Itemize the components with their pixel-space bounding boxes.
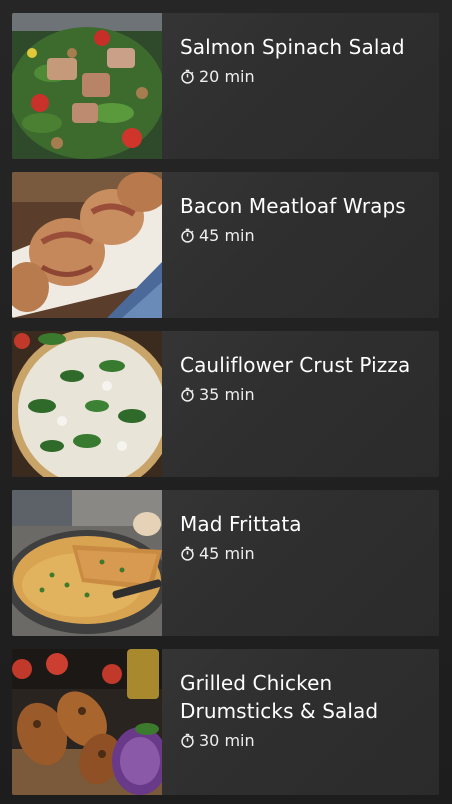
recipe-time: 30 min (180, 731, 425, 750)
recipe-title: Salmon Spinach Salad (180, 35, 405, 59)
recipe-list: Salmon Spinach Salad 20 min Bacon Meatlo… (0, 0, 452, 804)
recipe-image (12, 490, 162, 636)
recipe-card-mad-frittata[interactable]: Mad Frittata 45 min (12, 490, 439, 636)
recipe-title: Grilled Chicken Drumsticks & Salad (180, 671, 379, 723)
recipe-image (12, 13, 162, 159)
stopwatch-icon (181, 228, 194, 243)
recipe-time-label: 45 min (199, 226, 255, 245)
recipe-time: 20 min (180, 67, 425, 86)
recipe-time-label: 35 min (199, 385, 255, 404)
recipe-card-cauliflower-crust-pizza[interactable]: Cauliflower Crust Pizza 35 min (12, 331, 439, 477)
stopwatch-icon (181, 733, 194, 748)
recipe-time: 45 min (180, 226, 425, 245)
stopwatch-icon (181, 69, 194, 84)
recipe-image (12, 331, 162, 477)
stopwatch-icon (181, 387, 194, 402)
recipe-title: Bacon Meatloaf Wraps (180, 194, 406, 218)
stopwatch-icon (181, 546, 194, 561)
recipe-title: Mad Frittata (180, 512, 302, 536)
recipe-card-grilled-chicken-drumsticks[interactable]: Grilled Chicken Drumsticks & Salad 30 mi… (12, 649, 439, 795)
recipe-time-label: 45 min (199, 544, 255, 563)
recipe-card-bacon-meatloaf-wraps[interactable]: Bacon Meatloaf Wraps 45 min (12, 172, 439, 318)
recipe-image (12, 172, 162, 318)
recipe-time: 35 min (180, 385, 425, 404)
recipe-time: 45 min (180, 544, 425, 563)
recipe-title: Cauliflower Crust Pizza (180, 353, 411, 377)
recipe-card-salmon-spinach-salad[interactable]: Salmon Spinach Salad 20 min (12, 13, 439, 159)
recipe-image (12, 649, 162, 795)
recipe-time-label: 30 min (199, 731, 255, 750)
recipe-time-label: 20 min (199, 67, 255, 86)
